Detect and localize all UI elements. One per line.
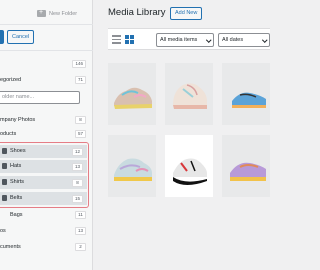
chevron-down-icon xyxy=(205,37,211,43)
divider xyxy=(0,50,93,51)
folder-count: 8 xyxy=(75,116,86,124)
media-type-value: All media items xyxy=(160,37,198,43)
folder-count: 71 xyxy=(74,76,86,84)
subfolder-shoes[interactable]: Shoes 12 xyxy=(0,145,87,158)
folder-products[interactable]: oducts 57 xyxy=(0,128,93,140)
page-title: Media Library xyxy=(108,7,166,18)
folder-all[interactable]: 146 xyxy=(0,58,93,70)
add-new-button[interactable]: Add New xyxy=(170,7,203,20)
media-thumbnail[interactable] xyxy=(165,135,213,197)
folder-company-photos[interactable]: mpany Photos 8 xyxy=(0,114,93,126)
folder-label: oducts xyxy=(0,131,17,137)
subfolder-count: 8 xyxy=(72,178,83,187)
folder-count: 146 xyxy=(72,60,86,68)
folder-label: Bags xyxy=(10,212,23,218)
subfolder-shirts[interactable]: Shirts 8 xyxy=(0,176,87,189)
folder-label: cuments xyxy=(0,244,21,250)
folder-count: 11 xyxy=(75,211,86,219)
media-library-screen: New Folder Cancel 146 egorized 71 older … xyxy=(0,0,270,270)
media-thumbnail[interactable] xyxy=(222,63,270,125)
folder-bags[interactable]: Bags 11 xyxy=(0,209,93,221)
new-folder-button[interactable]: New Folder xyxy=(37,7,85,20)
subfolder-label: Belts xyxy=(10,195,23,201)
folder-documents[interactable]: cuments 2 xyxy=(0,241,93,253)
media-thumbnail[interactable] xyxy=(165,63,213,125)
date-filter[interactable]: All dates xyxy=(218,33,270,47)
folder-label: os xyxy=(0,228,6,234)
sneaker-image xyxy=(108,135,156,197)
folder-sidebar: New Folder Cancel 146 egorized 71 older … xyxy=(0,0,93,270)
date-value: All dates xyxy=(222,37,244,43)
folder-name-input[interactable]: older name... xyxy=(0,91,80,104)
subfolder-count: 15 xyxy=(71,194,83,203)
media-main: Media Library Add New All media items Al… xyxy=(93,0,270,270)
sneaker-image xyxy=(108,63,156,125)
sneaker-image xyxy=(222,135,270,197)
folder-actions: Cancel xyxy=(0,30,35,44)
folder-plus-icon xyxy=(37,8,46,17)
chevron-down-icon xyxy=(261,37,267,43)
confirm-button[interactable] xyxy=(0,30,4,44)
media-thumbnail[interactable] xyxy=(222,135,270,197)
subfolder-hats[interactable]: Hats 13 xyxy=(0,160,87,173)
folder-count: 13 xyxy=(74,227,86,235)
divider xyxy=(0,24,93,25)
folder-label: egorized xyxy=(0,77,22,83)
folder-icon xyxy=(2,179,7,185)
new-folder-label: New Folder xyxy=(49,10,78,17)
subfolder-count: 12 xyxy=(71,147,83,156)
subfolder-label: Shoes xyxy=(10,148,26,154)
sneaker-image xyxy=(165,63,213,125)
folder-icon xyxy=(2,195,7,201)
folder-uncategorized[interactable]: egorized 71 xyxy=(0,74,93,86)
folder-icon xyxy=(2,163,7,169)
subfolder-belts[interactable]: Belts 15 xyxy=(0,192,87,205)
folder-count: 2 xyxy=(75,243,86,251)
cancel-button[interactable]: Cancel xyxy=(7,30,35,44)
list-view-icon[interactable] xyxy=(112,35,121,44)
folder-videos[interactable]: os 13 xyxy=(0,225,93,237)
grid-view-icon[interactable] xyxy=(125,35,134,44)
subfolder-label: Shirts xyxy=(10,179,25,185)
sneaker-image xyxy=(222,63,270,125)
sneaker-image xyxy=(165,135,213,197)
media-type-filter[interactable]: All media items xyxy=(156,33,214,47)
folder-label: mpany Photos xyxy=(0,117,36,123)
subfolder-count: 13 xyxy=(71,162,83,171)
media-thumbnail[interactable] xyxy=(108,135,156,197)
subfolder-label: Hats xyxy=(10,163,22,169)
folder-icon xyxy=(2,148,7,154)
media-toolbar: All media items All dates xyxy=(108,28,270,50)
media-thumbnail[interactable] xyxy=(108,63,156,125)
folder-count: 57 xyxy=(74,130,86,138)
